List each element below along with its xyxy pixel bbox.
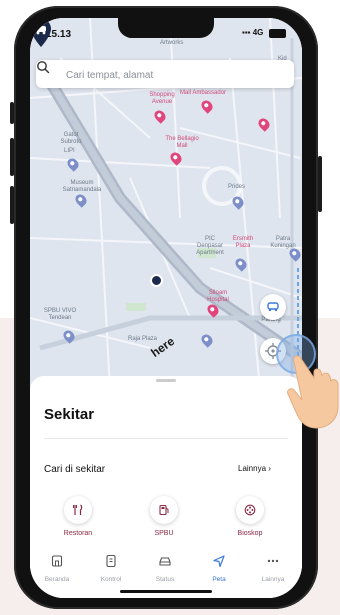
- fork-knife-icon: [73, 504, 83, 515]
- status-bar: 15.13 ▪▪▪ 4G: [30, 18, 302, 48]
- volume-up-button: [10, 138, 14, 176]
- map-label-museum: Museum Satriamandala: [62, 180, 102, 193]
- search-icon: [37, 61, 50, 74]
- nearby-search-label: Cari di sekitar: [44, 464, 106, 475]
- map-label-ersmith: Ersmith Plaza: [232, 236, 254, 249]
- map-label-lipi: LIPI: [64, 148, 75, 154]
- tab-more[interactable]: Lainnya: [246, 554, 300, 583]
- mute-switch: [10, 102, 14, 124]
- divider: [44, 438, 288, 439]
- map-label-siloam: Siloam Hospital: [207, 290, 229, 303]
- tab-status[interactable]: Status: [138, 554, 192, 583]
- category-circle: [64, 496, 92, 524]
- map-label-raja-plaza: Raja Plaza: [128, 336, 158, 342]
- volume-down-button: [10, 186, 14, 224]
- map-label-gatot-subroto: Gatot Subroto: [60, 132, 82, 145]
- map-view[interactable]: Artworks Kid Shopping Avenue Mall Ambass…: [30, 18, 302, 390]
- map-label-mall-ambassador: Mall Ambassador: [180, 90, 227, 96]
- home-icon: [51, 555, 63, 567]
- sheet-drag-handle[interactable]: [156, 379, 176, 382]
- vehicle-location-pin-icon[interactable]: [30, 18, 52, 48]
- fuel-pump-icon: [159, 504, 169, 516]
- category-restaurant[interactable]: Restoran: [48, 496, 108, 537]
- search-input[interactable]: [64, 66, 288, 84]
- tab-label: Status: [155, 576, 175, 583]
- tab-label: Lainnya: [261, 576, 285, 583]
- tab-control[interactable]: Kontrol: [84, 554, 138, 583]
- category-gas-station[interactable]: SPBU: [134, 496, 194, 537]
- tab-label: Kontrol: [100, 576, 122, 583]
- battery-icon: [269, 29, 286, 38]
- more-dots-icon: [267, 559, 279, 563]
- vehicle-locate-button[interactable]: [260, 294, 286, 320]
- category-label: Restoran: [63, 530, 93, 537]
- map-label-shopping-avenue: Shopping Avenue: [149, 92, 175, 105]
- category-label: SPBU: [154, 530, 174, 537]
- sheet-title: Sekitar: [44, 406, 95, 423]
- film-reel-icon: [244, 504, 256, 516]
- phone-screen: Artworks Kid Shopping Avenue Mall Ambass…: [30, 18, 302, 598]
- car-icon: [159, 557, 171, 566]
- map-label-pic-denpasar: PIC Denpasar Apartment: [196, 236, 224, 256]
- tab-home[interactable]: Beranda: [30, 554, 84, 583]
- more-link[interactable]: Lainnya ›: [238, 464, 271, 473]
- current-location-dot: [150, 274, 163, 287]
- notch: [118, 18, 214, 38]
- power-button: [318, 156, 322, 212]
- car-locate-icon: [267, 302, 279, 312]
- remote-icon: [106, 554, 116, 568]
- search-bar[interactable]: [36, 60, 294, 88]
- network-type: 4G: [252, 28, 264, 37]
- map-label-bellagio: The Bellagio Mall: [165, 136, 199, 149]
- network-indicator: ▪▪▪ 4G: [242, 28, 264, 37]
- category-circle: [150, 496, 178, 524]
- tab-label: Peta: [212, 576, 226, 583]
- map-label-spbu-vivo: SPBU VIVO Tendean: [43, 308, 77, 321]
- tab-map[interactable]: Peta: [192, 554, 246, 583]
- navigation-arrow-icon: [213, 555, 225, 568]
- tab-label: Beranda: [44, 576, 70, 583]
- category-label: Bioskop: [237, 530, 263, 537]
- map-label-prides: Prides: [228, 184, 246, 190]
- home-indicator: [120, 590, 212, 593]
- category-circle: [236, 496, 264, 524]
- pointing-hand-icon: [287, 355, 339, 429]
- category-cinema[interactable]: Bioskop: [220, 496, 280, 537]
